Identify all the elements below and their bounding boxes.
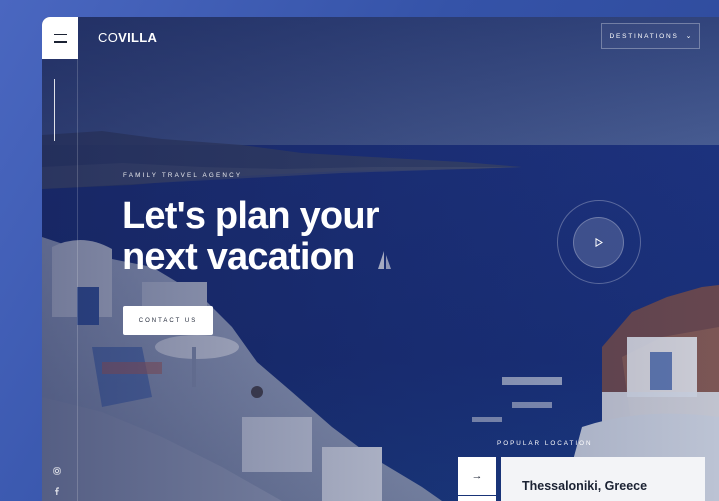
- website-frame: COVILLA DESTINATIONS ⌄ FAMILY TRAVEL AGE…: [42, 17, 719, 501]
- hamburger-icon-line: [53, 41, 67, 43]
- contact-us-button[interactable]: CONTACT US: [123, 306, 213, 335]
- popular-location-label: POPULAR LOCATION: [497, 440, 593, 447]
- next-location-button[interactable]: →: [458, 457, 496, 495]
- logo-part-1: CO: [98, 30, 119, 45]
- prev-location-button[interactable]: [458, 496, 496, 501]
- play-icon: [595, 238, 603, 247]
- destinations-dropdown[interactable]: DESTINATIONS ⌄: [601, 23, 700, 49]
- headline-line-2: next vacation: [122, 236, 355, 278]
- headline-line-1: Let's plan your: [122, 195, 380, 237]
- sidebar-divider: [77, 17, 78, 501]
- destinations-label: DESTINATIONS: [609, 32, 679, 40]
- location-name: Thessaloniki, Greece: [522, 479, 648, 493]
- play-video-button[interactable]: [573, 217, 624, 268]
- location-card[interactable]: Thessaloniki, Greece: [501, 457, 705, 501]
- hero-headline: Let's plan your next vacation: [122, 196, 462, 278]
- hamburger-icon: [53, 33, 67, 35]
- site-logo[interactable]: COVILLA: [98, 30, 157, 45]
- facebook-icon[interactable]: [51, 487, 63, 499]
- hero-eyebrow: FAMILY TRAVEL AGENCY: [123, 172, 243, 179]
- arrow-right-icon: →: [471, 470, 483, 482]
- scroll-indicator: [54, 79, 55, 141]
- logo-part-2: VILLA: [118, 30, 158, 45]
- menu-button[interactable]: [42, 17, 78, 59]
- chevron-down-icon: ⌄: [685, 33, 692, 40]
- instagram-icon[interactable]: [51, 467, 63, 479]
